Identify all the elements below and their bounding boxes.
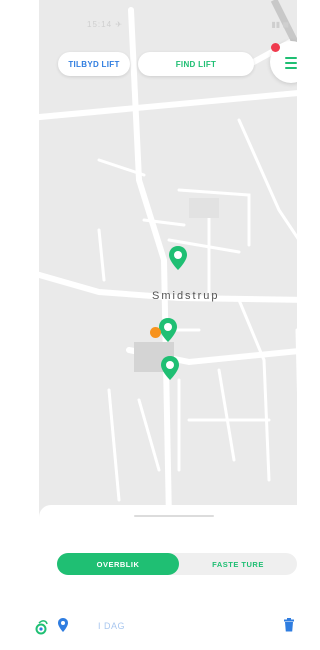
- bottom-sheet: OVERBLIK FASTE TURE: [39, 505, 309, 650]
- day-filter-label[interactable]: I DAG: [98, 621, 125, 631]
- offer-ride-button[interactable]: TILBYD LIFT: [58, 52, 130, 76]
- right-margin: [297, 0, 313, 650]
- trash-icon[interactable]: [283, 618, 295, 632]
- map-pin-icon[interactable]: [158, 317, 178, 343]
- status-time: 15:14 ✈: [87, 20, 123, 29]
- phone-screen: 15:14 ✈ ▮▮ ◼ Smidstrup TILBYD LIFT FIND …: [0, 0, 313, 650]
- map-pin-icon[interactable]: [160, 355, 180, 381]
- map-pin-icon[interactable]: [168, 245, 188, 271]
- map-view[interactable]: 15:14 ✈ ▮▮ ◼ Smidstrup: [39, 0, 309, 520]
- town-label: Smidstrup: [152, 290, 220, 302]
- tab-fixed-trips[interactable]: FASTE TURE: [179, 553, 297, 575]
- status-indicators: ▮▮ ◼: [271, 20, 289, 29]
- tab-overview[interactable]: OVERBLIK: [57, 553, 179, 575]
- notification-dot: [271, 43, 280, 52]
- location-icon[interactable]: [57, 617, 69, 633]
- view-segmented-control: OVERBLIK FASTE TURE: [57, 553, 297, 575]
- sheet-handle[interactable]: [134, 515, 214, 517]
- current-location-marker: [150, 327, 161, 338]
- left-margin: [0, 0, 16, 650]
- find-ride-button[interactable]: FIND LIFT: [138, 52, 254, 76]
- menu-icon: [285, 57, 297, 59]
